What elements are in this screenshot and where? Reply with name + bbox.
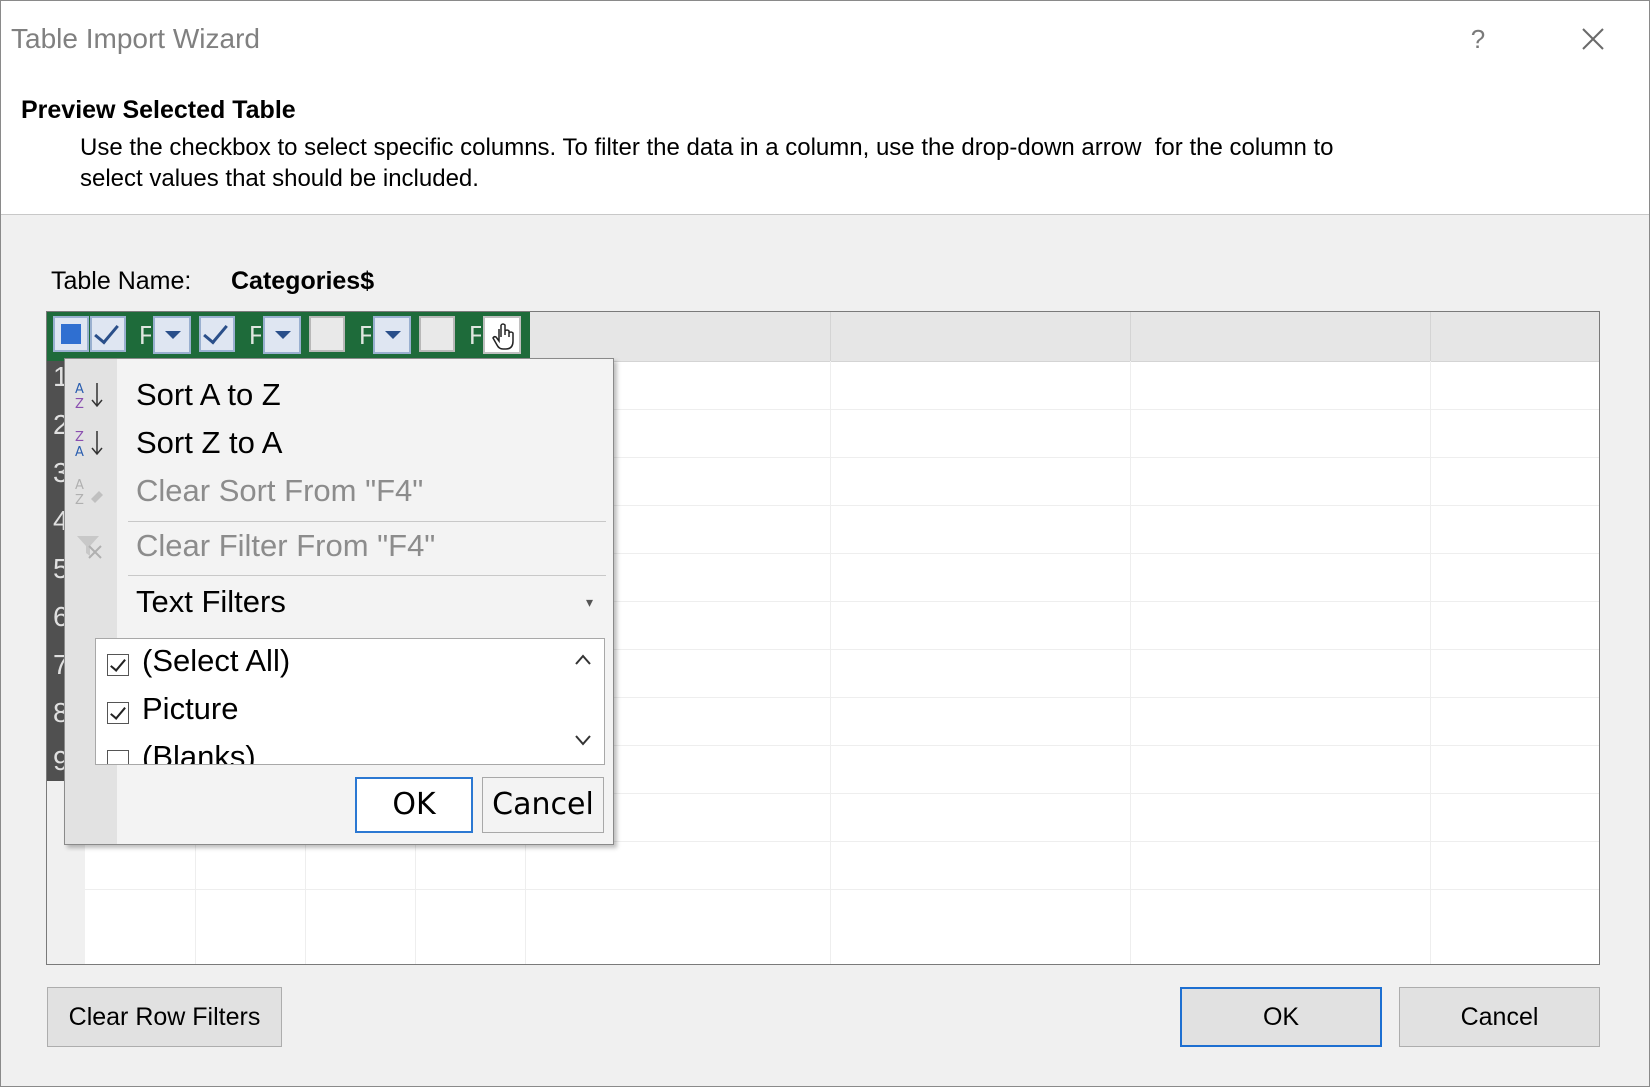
scroll-down-icon[interactable] [574,731,592,749]
column-filter-popup: A Z Sort A to Z Z A Sort Z to A A Z Clea… [64,358,614,845]
picture-checkbox[interactable] [107,702,129,724]
list-item-label: (Blanks) [142,739,256,765]
filter-values-list[interactable]: (Select All) Picture (Blanks) [95,638,605,765]
clear-filter-label: Clear Filter From "F4" [136,528,436,563]
window-title: Table Import Wizard [11,23,260,54]
clear-filter-icon [77,536,102,559]
column-3-checkbox[interactable] [309,316,345,352]
column-3-filter-dropdown[interactable] [373,316,411,354]
column-4-checkbox[interactable] [419,316,455,352]
column-4-header-label: F [469,320,481,350]
page-title: Preview Selected Table [21,96,296,124]
clear-row-filters-button[interactable]: Clear Row Filters [47,987,282,1047]
scroll-up-icon[interactable] [574,651,592,669]
list-item-select-all[interactable]: (Select All) [104,639,544,679]
grid-header: F F F F [47,312,1599,362]
sort-z-to-a-item[interactable]: Z A Sort Z to A [65,419,613,465]
hand-cursor-icon [492,323,514,350]
clear-sort-icon: A Z [75,478,103,507]
column-1-checkbox[interactable] [90,316,126,352]
table-name-label: Table Name: [51,267,192,295]
clear-sort-label: Clear Sort From "F4" [136,473,424,508]
column-2-checkbox[interactable] [199,316,235,352]
svg-text:A: A [75,382,84,397]
column-3-header-label: F [359,320,371,350]
svg-text:Z: Z [75,397,84,411]
list-item-label: (Select All) [142,643,291,678]
sort-a-to-z-item[interactable]: A Z Sort A to Z [65,371,613,417]
column-2-header-label: F [249,320,261,350]
close-button[interactable] [1571,17,1615,61]
list-item-label: Picture [142,691,239,726]
grid-col-line [1130,361,1131,964]
sort-z-to-a-label: Sort Z to A [136,425,283,460]
list-scrollbar[interactable] [562,639,604,764]
filter-cancel-button[interactable]: Cancel [482,777,604,833]
sort-a-to-z-label: Sort A to Z [136,377,281,412]
menu-separator [128,575,606,576]
svg-text:A: A [75,445,84,459]
sort-ascending-icon: A Z [75,382,103,411]
text-filters-label: Text Filters [136,584,286,619]
selected-columns-header: F F F F [47,312,530,361]
column-1-header-label: F [139,320,151,350]
text-filters-item[interactable]: Text Filters ▾ [65,578,613,624]
column-4-filter-dropdown[interactable] [483,316,521,354]
column-1-filter-dropdown[interactable] [153,316,191,354]
cancel-button[interactable]: Cancel [1399,987,1600,1047]
table-name-value: Categories$ [231,267,375,295]
help-button[interactable]: ? [1456,19,1500,59]
blanks-checkbox[interactable] [107,750,129,764]
ok-button[interactable]: OK [1180,987,1382,1047]
column-2-filter-dropdown[interactable] [263,316,301,354]
filter-ok-button[interactable]: OK [355,777,473,833]
list-item-picture[interactable]: Picture [104,687,544,727]
sort-descending-icon: Z A [75,430,103,459]
svg-text:A: A [75,478,84,493]
table-import-wizard-dialog: Table Import Wizard ? Preview Selected T… [0,0,1650,1087]
wizard-header: Preview Selected Table Use the checkbox … [1,79,1649,215]
list-item-blanks[interactable]: (Blanks) [104,735,544,765]
close-icon [1582,28,1604,50]
clear-filter-item[interactable]: Clear Filter From "F4" [65,522,613,568]
grid-col-line [1430,361,1431,964]
header-divider [830,312,831,361]
grid-col-line [830,361,831,964]
submenu-arrow-icon: ▾ [585,594,593,610]
grid-row-line [85,889,1599,890]
title-bar: Table Import Wizard ? [1,1,1649,79]
clear-sort-item[interactable]: A Z Clear Sort From "F4" [65,467,613,513]
header-divider [1430,312,1431,361]
header-divider [1130,312,1131,361]
select-all-columns-checkbox[interactable] [53,316,89,352]
svg-text:Z: Z [75,493,84,507]
svg-text:Z: Z [75,430,84,445]
select-all-checkbox[interactable] [107,654,129,676]
page-description: Use the checkbox to select specific colu… [80,134,1334,192]
